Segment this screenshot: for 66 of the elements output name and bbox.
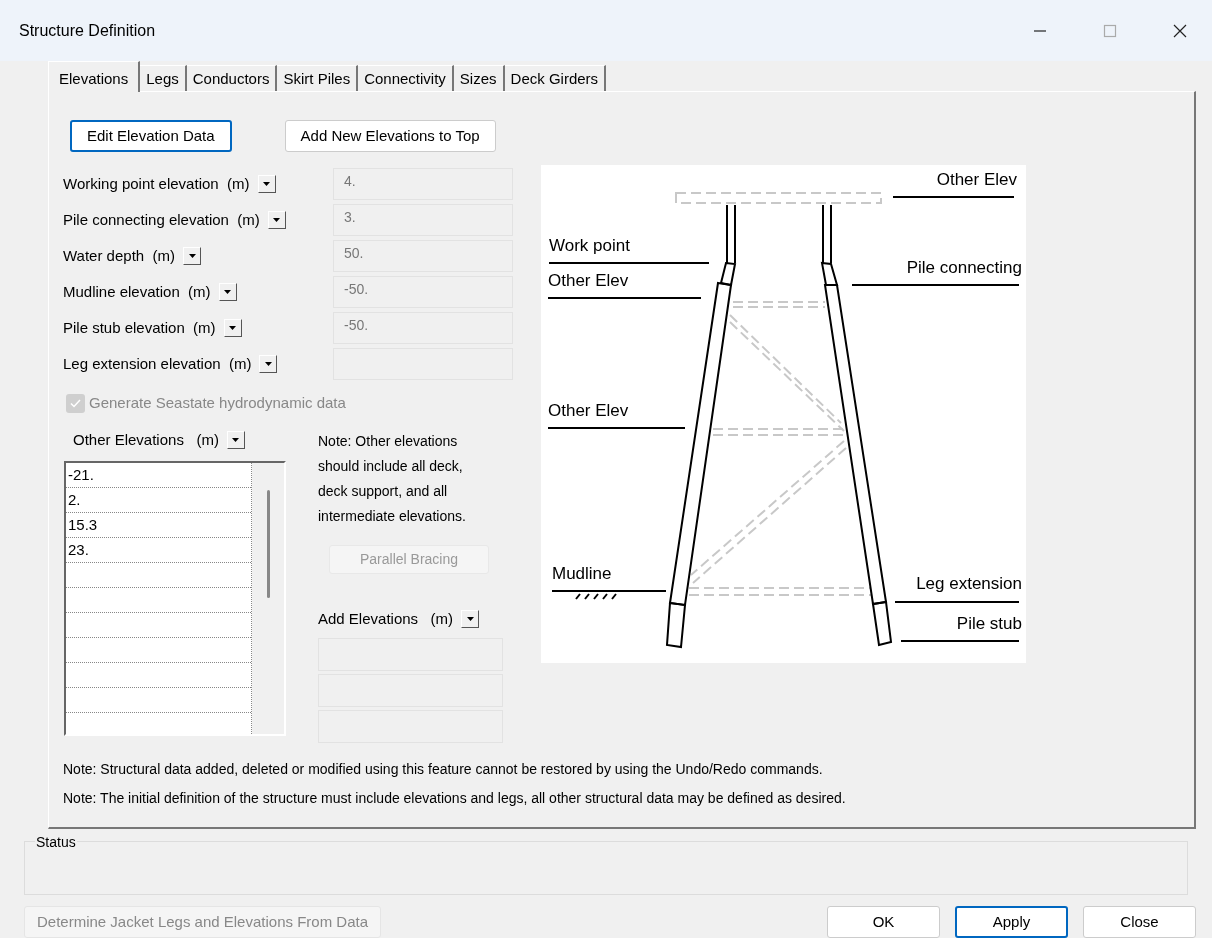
checkbox-label: Generate Seastate hydrodynamic data <box>89 393 346 414</box>
caret-icon <box>229 325 237 330</box>
tab[interactable]: Deck Girders <box>504 65 607 92</box>
unit-dropdown-button[interactable] <box>218 282 237 301</box>
field-label: Leg extension elevation (m) <box>63 353 252 374</box>
diagram-label: Other Elev <box>548 270 629 293</box>
caret-icon <box>224 289 232 294</box>
tab[interactable]: Legs <box>140 65 187 92</box>
dialog-button[interactable]: Close <box>1083 906 1196 938</box>
caret-icon <box>466 616 474 621</box>
value-field[interactable]: 50. <box>333 239 513 272</box>
diagram-label: Other Elev <box>548 400 629 423</box>
close-icon[interactable] <box>1172 22 1188 39</box>
check-icon <box>70 399 81 409</box>
action-button[interactable]: Add New Elevations to Top <box>284 120 496 153</box>
tab[interactable]: Skirt Piles <box>277 65 359 92</box>
field-label: Working point elevation (m) <box>63 173 250 194</box>
add-elevations-label: Add Elevations (m) <box>318 608 454 629</box>
unit-dropdown-button[interactable] <box>183 246 201 265</box>
unit-dropdown-button[interactable] <box>259 354 278 373</box>
tab[interactable]: Sizes <box>453 65 505 92</box>
diagram-label: Mudline <box>552 563 612 586</box>
list-value: -21. <box>68 465 94 483</box>
field-value: 3. <box>344 208 356 225</box>
caret-icon <box>264 361 272 366</box>
field-value: -50. <box>344 316 369 333</box>
value-field[interactable]: -50. <box>333 311 513 344</box>
unit-dropdown-button[interactable] <box>257 174 276 193</box>
list-value: 23. <box>68 540 89 558</box>
tab[interactable]: Connectivity <box>358 65 454 92</box>
unit-dropdown-button[interactable] <box>223 318 242 337</box>
diagram-label: Pile connecting <box>906 257 1022 280</box>
list-value: 2. <box>68 490 81 508</box>
value-field[interactable]: 3. <box>333 203 513 236</box>
tab[interactable]: Elevations <box>48 61 141 93</box>
caret-icon <box>263 181 270 186</box>
diagram-label: Work point <box>549 235 630 258</box>
field-label: Pile connecting elevation (m) <box>63 209 260 230</box>
unit-dropdown-button[interactable] <box>267 210 286 229</box>
field-label: Mudline elevation (m) <box>63 281 211 302</box>
dialog-button[interactable]: OK <box>827 906 940 938</box>
warning-note: Note: Structural data added, deleted or modified using this feature cannot be restored by using the Undo/Redo commands. <box>63 759 824 779</box>
list-value: 15.3 <box>68 515 98 533</box>
tab[interactable]: Conductors <box>186 65 278 92</box>
unit-dropdown-button[interactable] <box>226 430 245 449</box>
list-label: Other Elevations (m) <box>73 429 219 450</box>
field-label: Pile stub elevation (m) <box>63 317 216 338</box>
diagram-label: Leg extension <box>916 573 1022 596</box>
field-value: 4. <box>344 172 356 189</box>
caret-icon <box>188 253 196 258</box>
field-value: 50. <box>344 244 364 261</box>
warning-note: Note: The initial definition of the structure must include elevations and legs, all other structural data may be defined as desired. <box>63 788 847 808</box>
action-button[interactable]: Edit Elevation Data <box>70 120 232 153</box>
diagram-label: Pile stub <box>956 613 1022 636</box>
diagram-label: Other Elev <box>936 169 1017 192</box>
caret-icon <box>232 437 240 442</box>
value-field[interactable]: 4. <box>333 167 513 200</box>
dialog-button[interactable]: Apply <box>955 906 1068 938</box>
field-label: Water depth (m) <box>63 245 175 266</box>
scrollbar-thumb[interactable] <box>266 489 270 598</box>
unit-dropdown-button[interactable] <box>461 609 480 628</box>
caret-icon <box>273 217 281 222</box>
value-field[interactable]: -50. <box>333 275 513 308</box>
field-value: -50. <box>344 280 369 297</box>
window-title: Structure Definition <box>19 20 157 41</box>
note-text: Note: Other elevations should include all deck, deck support, and all intermediate elevations. <box>318 431 467 526</box>
